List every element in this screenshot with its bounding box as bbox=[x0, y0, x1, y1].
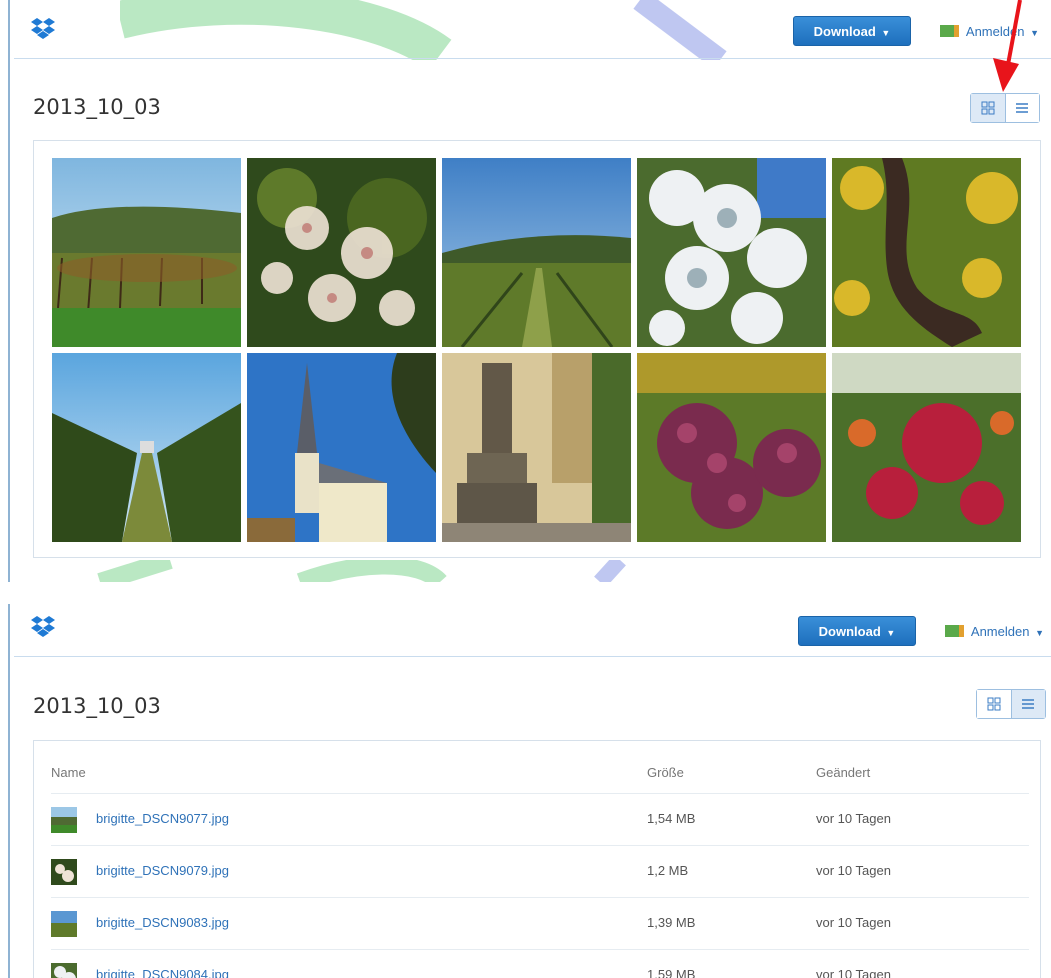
column-header-name[interactable]: Name bbox=[51, 765, 86, 780]
file-name-link[interactable]: brigitte_DSCN9083.jpg bbox=[96, 915, 229, 930]
file-size: 1,59 MB bbox=[647, 967, 696, 978]
annotation-arrow-icon bbox=[993, 0, 1022, 92]
table-row[interactable]: brigitte_DSCN9079.jpg 1,2 MB vor 10 Tage… bbox=[51, 845, 1029, 898]
table-row[interactable]: brigitte_DSCN9077.jpg 1,54 MB vor 10 Tag… bbox=[51, 793, 1029, 846]
table-row[interactable]: brigitte_DSCN9084.jpg 1,59 MB vor 10 Tag… bbox=[51, 949, 1029, 978]
grapes-photo bbox=[637, 353, 826, 542]
list-view-button[interactable] bbox=[1004, 94, 1039, 122]
file-name-link[interactable]: brigitte_DSCN9079.jpg bbox=[96, 863, 229, 878]
grid-view-icon bbox=[987, 697, 1001, 711]
photo-thumbnail[interactable] bbox=[832, 158, 1021, 347]
file-thumbnail bbox=[51, 911, 77, 937]
vineyard-rows-photo bbox=[442, 158, 631, 347]
list-view-screenshot: Download ▼ Anmelden ▼ 2013_10_03 Name Gr… bbox=[0, 604, 1051, 978]
photo-thumbnail[interactable] bbox=[637, 158, 826, 347]
grid-view-button[interactable] bbox=[971, 94, 1005, 122]
vineyard-rows-photo bbox=[51, 911, 77, 937]
signin-link[interactable]: Anmelden ▼ bbox=[945, 624, 1044, 639]
red-vine-leaves-photo bbox=[832, 353, 1021, 542]
caret-down-icon: ▼ bbox=[881, 28, 891, 38]
dropbox-icon[interactable] bbox=[30, 616, 56, 638]
file-modified: vor 10 Tagen bbox=[816, 967, 891, 978]
watermark-graphic bbox=[97, 560, 626, 582]
photo-grid bbox=[33, 140, 1041, 558]
folder-title: 2013_10_03 bbox=[33, 694, 161, 718]
church-tower-photo bbox=[247, 353, 436, 542]
photo-thumbnail[interactable] bbox=[832, 353, 1021, 542]
photo-thumbnail[interactable] bbox=[442, 353, 631, 542]
file-thumbnail bbox=[51, 963, 77, 978]
left-border bbox=[8, 0, 10, 582]
download-label: Download bbox=[813, 24, 876, 39]
vineyard-hill-photo bbox=[51, 807, 77, 833]
top-bar: Download ▼ Anmelden ▼ bbox=[14, 604, 1051, 657]
file-name-link[interactable]: brigitte_DSCN9084.jpg bbox=[96, 967, 229, 978]
file-modified: vor 10 Tagen bbox=[816, 915, 891, 930]
list-view-icon bbox=[1016, 103, 1029, 113]
vineyard-path-photo bbox=[52, 353, 241, 542]
download-button[interactable]: Download ▼ bbox=[793, 16, 911, 46]
table-row[interactable]: brigitte_DSCN9083.jpg 1,39 MB vor 10 Tag… bbox=[51, 897, 1029, 950]
grid-view-icon bbox=[981, 101, 995, 115]
file-modified: vor 10 Tagen bbox=[816, 863, 891, 878]
file-thumbnail bbox=[51, 807, 77, 833]
photo-thumbnail[interactable] bbox=[247, 158, 436, 347]
file-size: 1,39 MB bbox=[647, 915, 696, 930]
download-button[interactable]: Download ▼ bbox=[798, 616, 916, 646]
file-thumbnail bbox=[51, 859, 77, 885]
caret-down-icon: ▼ bbox=[1035, 628, 1044, 638]
seed-heads-photo bbox=[51, 859, 77, 885]
photo-thumbnail[interactable] bbox=[52, 353, 241, 542]
file-list: Name Größe Geändert brigitte_DSCN9077.jp… bbox=[33, 740, 1041, 978]
photo-thumbnail[interactable] bbox=[247, 353, 436, 542]
view-toggle bbox=[976, 689, 1046, 719]
file-size: 1,54 MB bbox=[647, 811, 696, 826]
signin-door-icon bbox=[945, 625, 964, 637]
photo-thumbnail[interactable] bbox=[637, 353, 826, 542]
column-header-size[interactable]: Größe bbox=[647, 765, 684, 780]
dropbox-icon[interactable] bbox=[30, 18, 56, 40]
list-view-icon bbox=[1022, 699, 1035, 709]
column-header-modified[interactable]: Geändert bbox=[816, 765, 870, 780]
grid-view-button[interactable] bbox=[977, 690, 1011, 718]
vineyard-hill-photo bbox=[52, 158, 241, 347]
signin-door-icon bbox=[940, 25, 959, 37]
seed-heads-photo bbox=[247, 158, 436, 347]
left-border bbox=[8, 604, 10, 978]
file-name-link[interactable]: brigitte_DSCN9077.jpg bbox=[96, 811, 229, 826]
grid-view-screenshot: Download ▼ Anmelden ▼ 2013_10_03 bbox=[0, 0, 1051, 582]
white-blossoms-photo bbox=[51, 963, 77, 978]
photo-thumbnail[interactable] bbox=[52, 158, 241, 347]
statue-photo bbox=[442, 353, 631, 542]
photo-thumbnail[interactable] bbox=[442, 158, 631, 347]
top-bar: Download ▼ Anmelden ▼ bbox=[14, 0, 1051, 59]
caret-down-icon: ▼ bbox=[1030, 28, 1039, 38]
file-size: 1,2 MB bbox=[647, 863, 689, 878]
signin-label: Anmelden bbox=[970, 624, 1030, 639]
caret-down-icon: ▼ bbox=[886, 628, 896, 638]
grapevine-trunk-photo bbox=[832, 158, 1021, 347]
folder-title: 2013_10_03 bbox=[33, 95, 161, 119]
view-toggle bbox=[970, 93, 1040, 123]
file-modified: vor 10 Tagen bbox=[816, 811, 891, 826]
download-label: Download bbox=[818, 624, 881, 639]
list-view-button[interactable] bbox=[1010, 690, 1045, 718]
white-blossoms-photo bbox=[637, 158, 826, 347]
